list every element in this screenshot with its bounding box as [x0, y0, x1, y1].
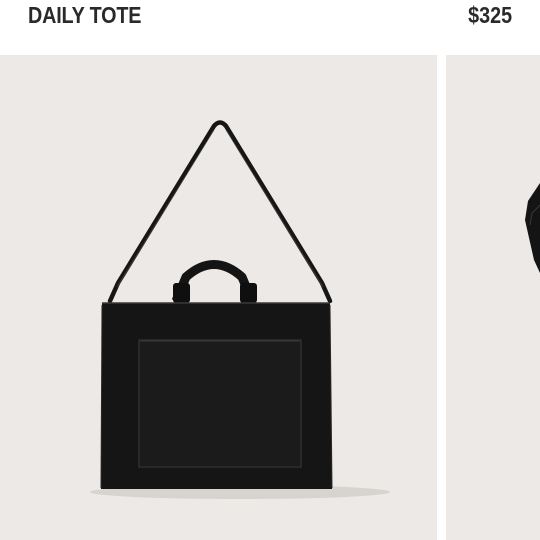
product-page: DAILY TOTE $325	[0, 0, 540, 540]
product-name: DAILY TOTE	[28, 2, 142, 28]
tote-bag-angle-image	[525, 183, 540, 273]
product-image-next[interactable]	[446, 55, 540, 540]
product-price: $325	[467, 2, 512, 28]
tote-bag-front-image	[90, 120, 390, 499]
product-image-carousel[interactable]	[0, 55, 540, 540]
product-header: DAILY TOTE $325	[0, 0, 540, 55]
product-image-main[interactable]	[0, 55, 437, 540]
